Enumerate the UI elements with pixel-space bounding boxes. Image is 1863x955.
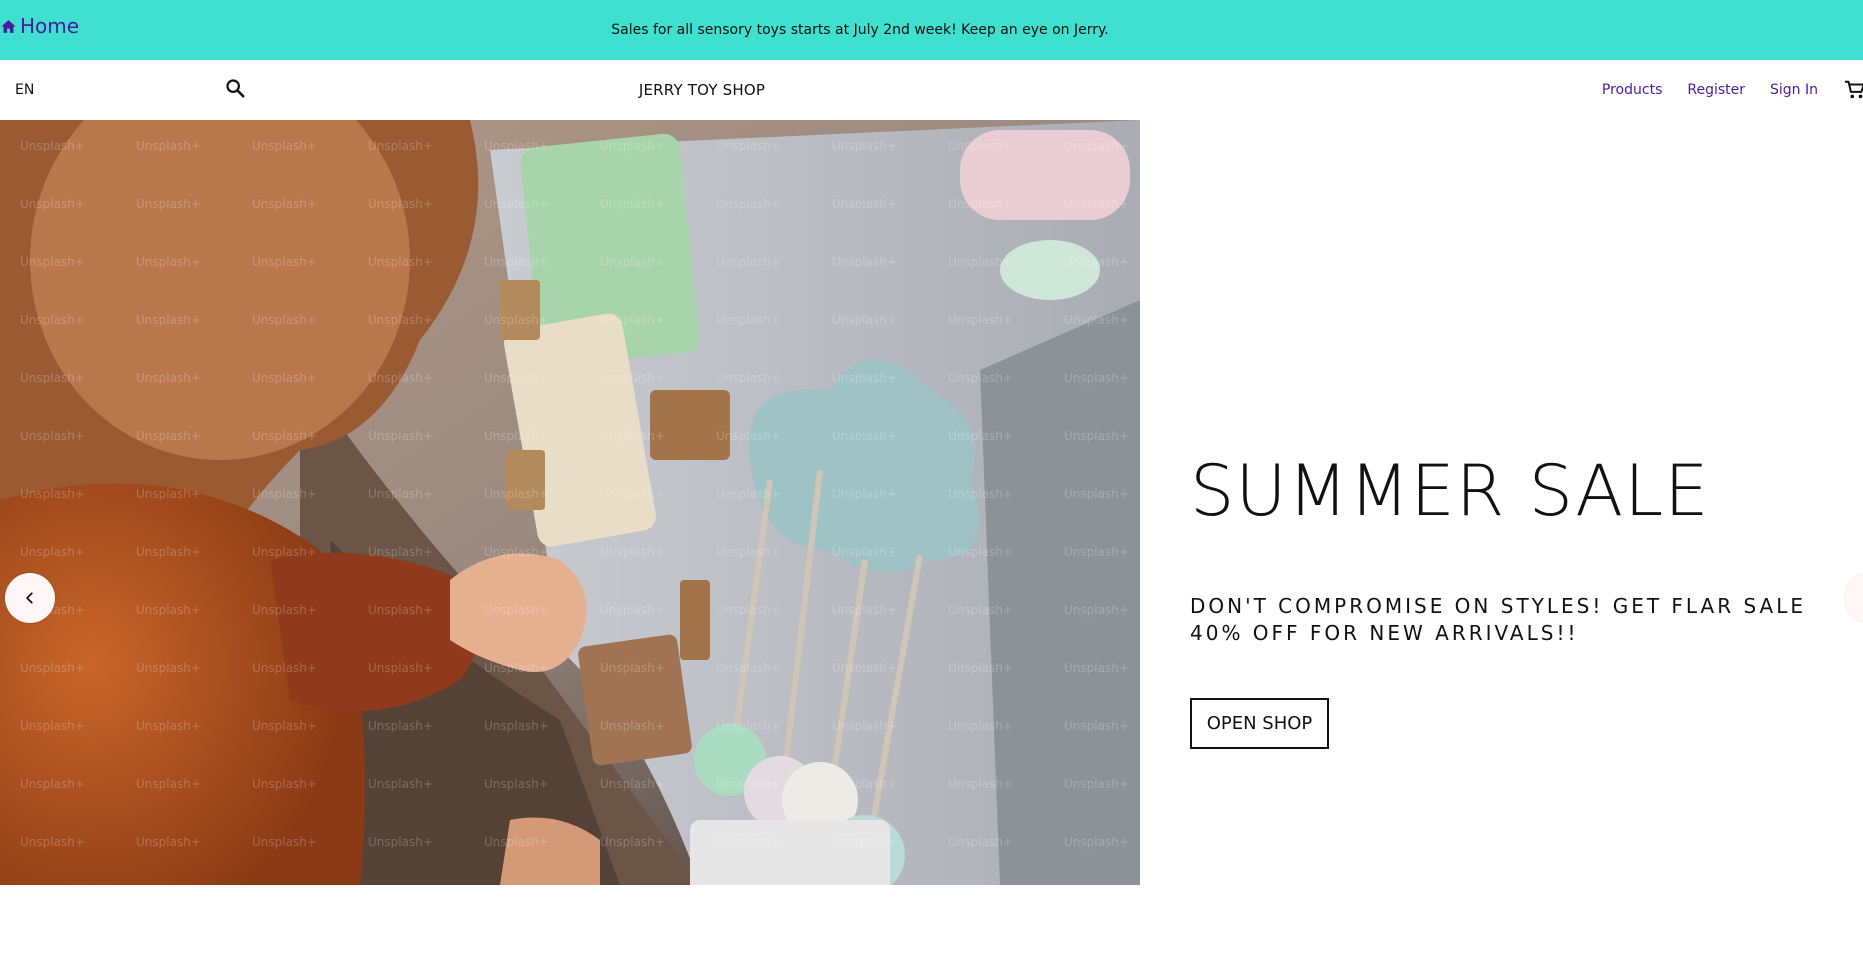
language-selector[interactable]: EN xyxy=(15,60,34,120)
open-shop-button[interactable]: OPEN SHOP xyxy=(1190,698,1329,749)
brand-logo[interactable]: JERRY TOY SHOP xyxy=(570,60,834,120)
hero-slider: Unsplash+ xyxy=(0,120,1863,885)
cart-icon[interactable] xyxy=(1843,79,1863,101)
nav-links: Products Register Sign In xyxy=(1577,60,1863,120)
nav-link-products[interactable]: Products xyxy=(1602,82,1662,98)
arrow-left-icon[interactable] xyxy=(5,573,55,623)
announcement-bar: Home Sales for all sensory toys starts a… xyxy=(0,0,1863,60)
announcement-text: Sales for all sensory toys starts at Jul… xyxy=(611,22,1109,38)
nav-link-sign-in[interactable]: Sign In xyxy=(1770,82,1818,98)
nav-link-register[interactable]: Register xyxy=(1687,82,1745,98)
hero-title: SUMMER SALE xyxy=(1190,450,1710,532)
hero-description: DON'T COMPROMISE ON STYLES! GET FLAR SAL… xyxy=(1190,594,1806,645)
hero-info: SUMMER SALE DON'T COMPROMISE ON STYLES! … xyxy=(1190,120,1863,885)
navbar: EN JERRY TOY SHOP Products Register Sign… xyxy=(0,60,1863,120)
search-icon[interactable] xyxy=(224,77,246,99)
hero-image: Unsplash+ xyxy=(0,120,1140,885)
